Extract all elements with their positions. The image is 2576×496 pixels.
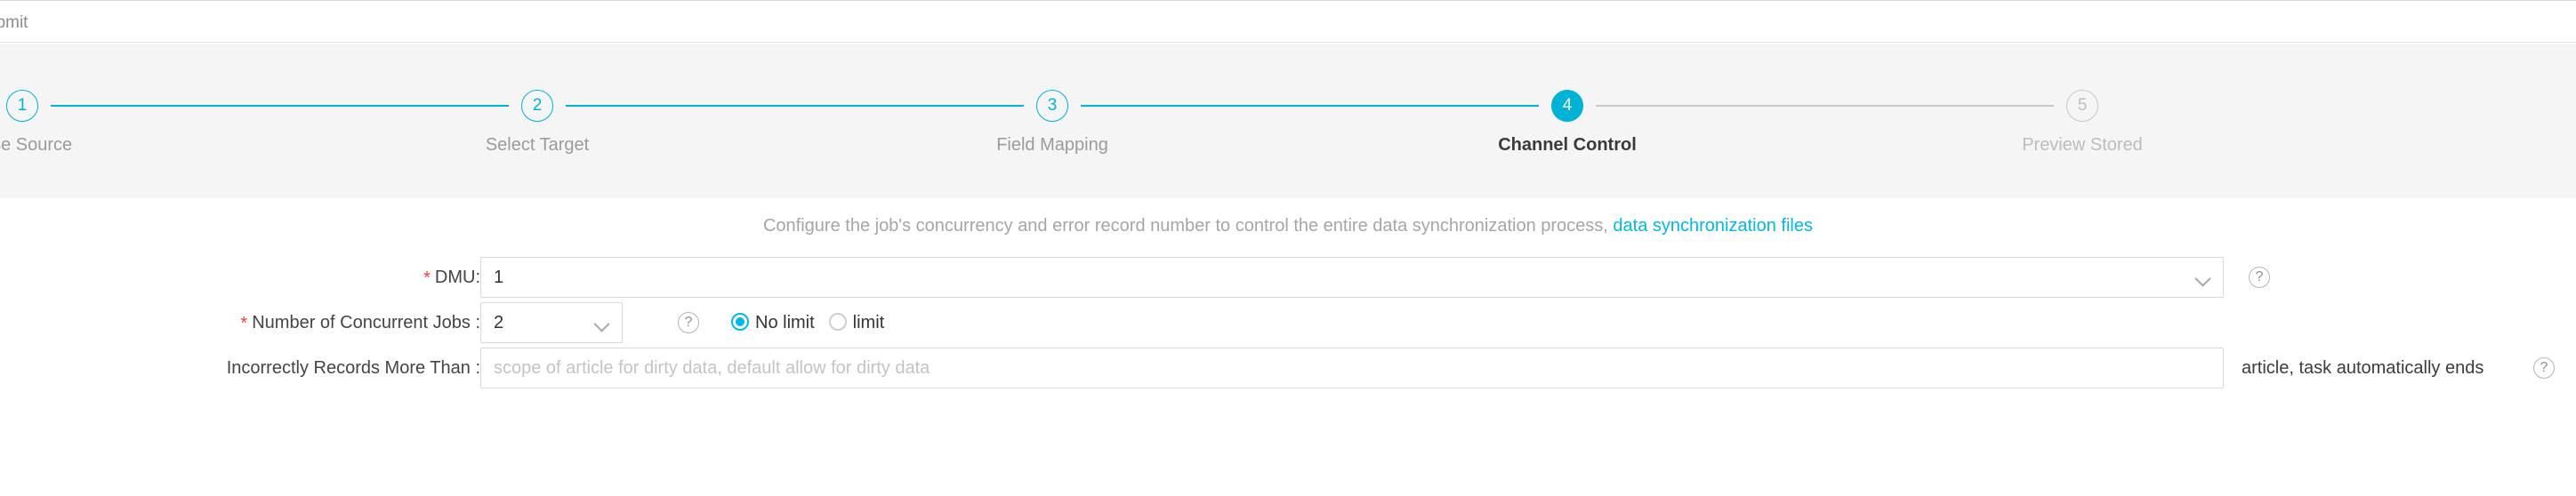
stepper-step-5-label: Preview Stored (2022, 135, 2143, 155)
dirty-records-input[interactable]: scope of article for dirty data, default… (480, 348, 2224, 388)
dirty-records-placeholder: scope of article for dirty data, default… (494, 358, 930, 378)
stepper-step-4-label: Channel Control (1498, 135, 1637, 155)
stepper-connector-4 (1596, 105, 2054, 107)
concurrent-jobs-row: * Number of Concurrent Jobs : 2 ? No limi… (0, 302, 2576, 343)
dirty-records-row: Incorrectly Records More Than : scope of… (0, 348, 2576, 388)
stepper-step-3-label: Field Mapping (996, 135, 1108, 155)
concurrent-jobs-label-text: Number of Concurrent Jobs : (252, 313, 480, 332)
required-asterisk: * (423, 268, 431, 288)
limit-radio-1-label: No limit (755, 313, 815, 332)
stepper-step-2[interactable]: 2 Select Target (439, 90, 635, 156)
concurrent-jobs-label: * Number of Concurrent Jobs : (240, 302, 480, 343)
dmu-select[interactable]: 1 (480, 257, 2224, 298)
stepper-track: 1 oose Source 2 Select Target 3 Field Mapping… (0, 44, 2576, 199)
radio-button-icon[interactable] (731, 313, 749, 331)
stepper-connector-3 (1081, 105, 1539, 107)
dmu-help-icon[interactable]: ? (2249, 267, 2270, 288)
stepper-step-1-label: oose Source (0, 135, 73, 155)
stepper-step-1-number[interactable]: 1 (6, 90, 38, 122)
stepper-step-2-label: Select Target (485, 135, 590, 155)
stepper-step-4[interactable]: 4 Channel Control (1469, 90, 1665, 156)
limit-radio-2-label: limit (852, 313, 885, 332)
channel-control-form: Configure the job's concurrency and erro… (0, 200, 2576, 496)
dmu-label: * DMU: (423, 257, 480, 298)
submit-button[interactable]: ubmit (0, 8, 45, 38)
chevron-down-icon (2196, 273, 2210, 287)
dmu-select-value: 1 (494, 268, 504, 287)
radio-button-icon[interactable] (828, 313, 847, 331)
required-asterisk: * (240, 314, 248, 333)
form-hint-text: Configure the job's concurrency and erro… (762, 216, 1614, 236)
stepper-step-4-number[interactable]: 4 (1551, 90, 1583, 122)
dirty-records-label: Incorrectly Records More Than : (227, 348, 480, 388)
stepper-step-5[interactable]: 5 Preview Stored (1984, 90, 2180, 156)
stepper-connector-1 (51, 105, 509, 107)
dirty-records-help-icon[interactable]: ? (2533, 357, 2555, 379)
limit-radio-1[interactable]: No limit (731, 302, 815, 343)
top-toolbar: ubmit (0, 0, 2576, 43)
dmu-row: * DMU: 1 ? (0, 257, 2576, 298)
stepper-step-2-number[interactable]: 2 (521, 90, 553, 122)
stepper-step-3-number[interactable]: 3 (1036, 90, 1068, 122)
form-hint: Configure the job's concurrency and erro… (0, 216, 2576, 236)
dirty-records-suffix: article, task automatically ends (2242, 358, 2484, 378)
chevron-down-icon (595, 318, 609, 332)
stepper-step-1[interactable]: 1 oose Source (0, 90, 120, 156)
stepper-connector-2 (566, 105, 1024, 107)
concurrent-jobs-select-value: 2 (494, 313, 504, 332)
concurrent-jobs-help-icon[interactable]: ? (678, 312, 699, 333)
data-synchronization-files-link[interactable]: data synchronization files (1613, 216, 1813, 236)
stepper-step-3[interactable]: 3 Field Mapping (954, 90, 1150, 156)
dmu-label-text: DMU: (434, 268, 480, 287)
stepper-step-5-number[interactable]: 5 (2066, 90, 2098, 122)
limit-radio-group: No limit limit (731, 302, 898, 343)
wizard-stepper: 1 oose Source 2 Select Target 3 Field Mapping… (0, 44, 2576, 199)
concurrent-jobs-select[interactable]: 2 (480, 302, 623, 343)
dirty-records-label-text: Incorrectly Records More Than : (226, 358, 480, 378)
limit-radio-2[interactable]: limit (828, 302, 885, 343)
